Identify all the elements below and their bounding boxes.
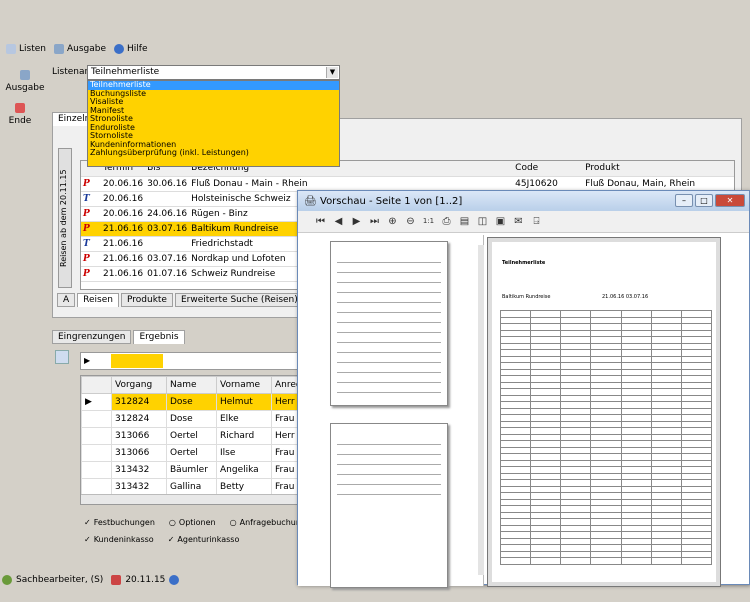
menu-listen[interactable]: Listen [6, 44, 46, 54]
window-controls: – □ ✕ [675, 194, 745, 207]
listenart-dropdown: Teilnehmerliste Buchungsliste Visaliste … [87, 80, 340, 167]
table-row[interactable]: 312824 Dose Elke Frau [81, 410, 297, 428]
maximize-icon[interactable]: □ [695, 194, 713, 207]
col-anrede[interactable]: Anred [271, 376, 297, 394]
col-vorname[interactable]: Vorname [216, 376, 272, 394]
prev-page-icon[interactable]: ◀ [332, 215, 345, 228]
col-code[interactable]: Code [513, 161, 584, 177]
col-name[interactable]: Name [166, 376, 217, 394]
page-title: Teilnehmerliste [502, 260, 546, 266]
status-bar: Sachbearbeiter, (S) 20.11.15 [0, 573, 180, 587]
table-row[interactable]: 313066 Oertel Ilse Frau [81, 444, 297, 462]
option-item[interactable]: Visaliste [88, 97, 339, 107]
print-setup-icon[interactable]: ▤ [458, 215, 471, 228]
page-dates: 21.06.16 03.07.16 [602, 294, 649, 300]
vertical-tab-reisen[interactable]: Reisen ab dem 20.11.15 [58, 148, 72, 288]
exit-icon [15, 103, 25, 113]
preview-toolbar: ⏮ ◀ ▶ ⏭ ⊕ ⊖ 1:1 ⎙ ▤ ◫ ▣ ✉ ⍈ [298, 211, 749, 233]
email-icon[interactable]: ✉ [512, 215, 525, 228]
listenart-label: Listenart [52, 67, 92, 77]
option-item[interactable]: Buchungsliste [88, 89, 339, 99]
thumbnail-pane [298, 235, 484, 588]
minimize-icon[interactable]: – [675, 194, 693, 207]
zoom-in-icon[interactable]: ⊕ [386, 215, 399, 228]
tab-a[interactable]: A [57, 293, 76, 307]
print-icon [53, 44, 64, 54]
check-row-1: ✓ Festbuchungen ○ Optionen ○ Anfragebuchung [84, 518, 306, 527]
user-icon [2, 575, 12, 585]
check-kundeninkasso[interactable]: ✓ Kundeninkasso [84, 535, 154, 544]
table-row[interactable]: P 20.06.16 30.06.16 Fluß Donau - Main - Rhe… [81, 176, 734, 192]
page-subtitle: Baltikum Rundreise [502, 294, 551, 300]
print-icon[interactable]: ⎙ [440, 215, 453, 228]
col-vorgang[interactable]: Vorgang [111, 376, 167, 394]
page-setup-icon[interactable]: ◫ [476, 215, 489, 228]
next-page-icon[interactable]: ▶ [350, 215, 363, 228]
tab-reisen[interactable]: Reisen [77, 293, 119, 307]
table-row-selected[interactable]: ▶ 312824 Dose Helmut Herr [81, 393, 297, 411]
tab-eingrenzungen[interactable]: Eingrenzungen [52, 330, 132, 344]
menu-hilfe[interactable]: Hilfe [114, 44, 148, 54]
page-table [499, 310, 713, 565]
page-thumbnail-2[interactable] [330, 423, 448, 588]
horizontal-scrollbar[interactable] [81, 494, 297, 504]
lower-tabs: Eingrenzungen Ergebnis [52, 330, 185, 344]
check-optionen[interactable]: ○ Optionen [169, 518, 216, 527]
results-table: Vorgang Name Vorname Anred ▶312824DoseHe… [80, 375, 298, 505]
first-page-icon[interactable]: ⏮ [314, 215, 327, 228]
table-row[interactable]: 313432 Bäumler Angelika Frau [81, 461, 297, 479]
last-page-icon[interactable]: ⏭ [368, 215, 381, 228]
sidebar-ausgabe[interactable]: Ausgabe [5, 70, 45, 93]
table-row[interactable]: 313066 Oertel Richard Herr [81, 427, 297, 445]
check-agenturinkasso[interactable]: ✓ Agenturinkasso [168, 535, 240, 544]
option-item[interactable]: Zahlungsüberprüfung (inkl. Leistungen) [88, 148, 339, 158]
tab-erweiterte-suche[interactable]: Erweiterte Suche (Reisen) [174, 293, 304, 307]
table-row[interactable]: 313432 Gallina Betty Frau [81, 478, 297, 496]
list-icon [6, 44, 16, 54]
tab-produkte[interactable]: Produkte [121, 293, 173, 307]
col-produkt[interactable]: Produkt [583, 161, 734, 177]
print-icon [20, 70, 30, 80]
chevron-down-icon[interactable]: ▼ [326, 67, 338, 78]
trips-tabs: A Reisen Produkte Erweiterte Suche (Reis… [57, 293, 304, 307]
page-thumbnail-1[interactable] [330, 241, 448, 406]
preview-page: Teilnehmerliste Baltikum Rundreise 21.06… [487, 237, 721, 587]
save-icon[interactable]: ▣ [494, 215, 507, 228]
actual-size-icon[interactable]: 1:1 [422, 215, 435, 228]
calendar-icon [111, 575, 122, 585]
exit-icon[interactable]: ⍈ [530, 215, 543, 228]
menu-ausgabe[interactable]: Ausgabe [53, 44, 106, 54]
info-icon [169, 575, 180, 585]
check-row-2: ✓ Kundeninkasso ✓ Agenturinkasso [84, 535, 239, 544]
preview-window: 🖨 Vorschau - Seite 1 von [1..2] – □ ✕ ⏮ … [297, 190, 750, 588]
check-anfragebuchung[interactable]: ○ Anfragebuchung [230, 518, 306, 527]
zoom-out-icon[interactable]: ⊖ [404, 215, 417, 228]
close-icon[interactable]: ✕ [715, 194, 745, 207]
listenart-select[interactable]: Teilnehmerliste ▼ [87, 65, 340, 80]
thumbnail-scrollbar[interactable] [478, 245, 484, 575]
menu-bar: Listen Ausgabe Hilfe [0, 40, 148, 58]
tab-ergebnis[interactable]: Ergebnis [133, 330, 185, 344]
preview-icon: 🖨 [304, 195, 317, 207]
sidebar-ende[interactable]: Ende [5, 103, 35, 126]
filter-icon[interactable] [55, 350, 69, 364]
check-festbuchungen[interactable]: ✓ Festbuchungen [84, 518, 155, 527]
filter-row[interactable]: ▶ [80, 352, 298, 370]
help-icon [114, 44, 125, 54]
